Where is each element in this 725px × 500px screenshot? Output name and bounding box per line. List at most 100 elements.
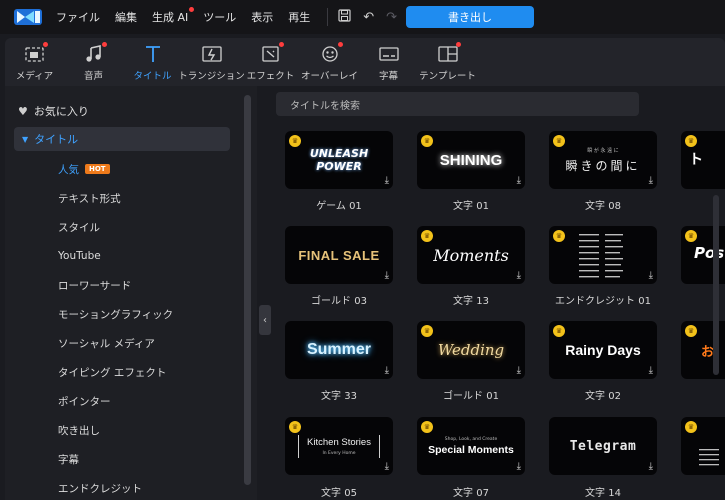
menu-edit[interactable]: 編集 [115, 9, 137, 25]
notification-dot [189, 7, 195, 12]
crown-icon: ♛ [421, 325, 433, 337]
tab-templates[interactable]: テンプレート [418, 38, 477, 86]
download-icon[interactable]: ⤓ [385, 461, 389, 472]
sidebar-item-pointer[interactable]: ポインター [58, 390, 111, 412]
menu-view[interactable]: 表示 [251, 9, 273, 25]
title-card-text-13[interactable]: Moments ♛ ⤓ [417, 226, 525, 284]
menu-generative-ai[interactable]: 生成 AI [152, 7, 195, 25]
card-caption: 文字 05 [321, 488, 357, 499]
title-card-text-02[interactable]: Rainy Days ♛ ⤓ [549, 321, 657, 379]
download-icon[interactable]: ⤓ [649, 175, 653, 186]
tab-titles-label: タイトル [133, 70, 172, 82]
sidebar-item-speech-bubble[interactable]: 吹き出し [58, 419, 100, 441]
title-card-partial-1[interactable]: ♛ ト [681, 131, 725, 189]
card-preview-fragment [699, 449, 719, 466]
card-preview-text: SHINING [439, 151, 503, 169]
sidebar-item-popular[interactable]: 人気 HOT [58, 158, 110, 180]
card-preview: Rainy Days [549, 321, 657, 379]
notification-dot [455, 41, 461, 47]
title-card-text-08[interactable]: 瞬 が 永 遠 に 瞬きの間に ♛ ⤓ [549, 131, 657, 189]
redo-icon[interactable]: ↷ [386, 10, 397, 25]
tab-effects[interactable]: エフェクト [241, 38, 300, 86]
title-card-text-07[interactable]: Shop, Look, and Create Special Moments ♛… [417, 417, 525, 475]
download-icon[interactable]: ⤓ [649, 461, 653, 472]
download-icon[interactable]: ⤓ [517, 365, 521, 376]
undo-icon[interactable]: ↶ [363, 10, 374, 25]
tab-titles[interactable]: タイトル [123, 38, 182, 86]
credit-lines-graphic [579, 234, 623, 278]
sidebar-item-text-style[interactable]: テキスト形式 [58, 187, 121, 209]
menu-playback[interactable]: 再生 [288, 9, 310, 25]
menu-file[interactable]: ファイル [56, 9, 100, 25]
card-caption: 文字 02 [585, 391, 621, 402]
card-caption: エンドクレジット 01 [555, 296, 651, 307]
menu-bar: ファイル 編集 生成 AI ツール 表示 再生 ↶ ↷ 書き出し [0, 0, 725, 34]
card-preview: 瞬 が 永 遠 に 瞬きの間に [549, 131, 657, 189]
menu-playback-label: 再生 [288, 11, 311, 24]
title-card-game-01[interactable]: UNLEASH POWER ♛ ⤓ [285, 131, 393, 189]
sidebar-item-motion-graphics[interactable]: モーショングラフィック [58, 303, 173, 325]
sidebar-scrollbar[interactable] [244, 95, 251, 485]
music-note-icon [83, 41, 107, 65]
crown-icon: ♛ [289, 135, 301, 147]
sidebar-item-social-media[interactable]: ソーシャル メディア [58, 332, 155, 354]
tab-subtitles[interactable]: 字幕 [359, 38, 418, 86]
search-input[interactable]: タイトルを検索 [276, 92, 639, 116]
title-card-text-33[interactable]: Summer ⤓ [285, 321, 393, 379]
sidebar-item-lower-third[interactable]: ローワーサード [58, 274, 131, 296]
download-icon[interactable]: ⤓ [517, 175, 521, 186]
menu-tools-label: ツール [203, 11, 237, 24]
download-icon[interactable]: ⤓ [649, 365, 653, 376]
export-button[interactable]: 書き出し [406, 6, 534, 28]
sidebar-item-end-credits[interactable]: エンドクレジット [58, 477, 142, 499]
card-caption: ゴールド 03 [311, 296, 367, 307]
template-icon [437, 41, 461, 65]
sidebar-item-typing-effect[interactable]: タイピング エフェクト [58, 361, 166, 383]
save-icon[interactable] [338, 8, 351, 26]
library-scrollbar[interactable] [713, 195, 719, 375]
sidebar-group-titles[interactable]: ▼ タイトル [14, 127, 230, 151]
tab-media[interactable]: メディア [5, 38, 64, 86]
menu-edit-label: 編集 [115, 11, 137, 24]
download-icon[interactable]: ⤓ [385, 365, 389, 376]
crown-icon: ♛ [685, 325, 697, 337]
sidebar-item-favorites[interactable]: ♥ お気に入り [18, 100, 89, 122]
card-caption: 文字 13 [453, 296, 489, 307]
tab-media-label: メディア [15, 70, 54, 82]
title-card-partial-4[interactable]: ♛ [681, 417, 725, 475]
tab-transitions-label: トランジション [178, 70, 245, 82]
tab-audio[interactable]: 音声 [64, 38, 123, 86]
title-card-end-credits-01[interactable]: ♛ ⤓ [549, 226, 657, 284]
card-preview: Telegram [549, 417, 657, 475]
menu-tools[interactable]: ツール [203, 9, 236, 25]
download-icon[interactable]: ⤓ [385, 175, 389, 186]
card-preview: Summer [285, 321, 393, 379]
media-icon [24, 41, 48, 65]
download-icon[interactable]: ⤓ [385, 270, 389, 281]
card-preview-text: Special Moments [428, 443, 514, 456]
card-preview-subtext: 瞬 が 永 遠 に [587, 147, 619, 154]
download-icon[interactable]: ⤓ [649, 270, 653, 281]
crown-icon: ♛ [421, 135, 433, 147]
title-card-gold-01[interactable]: Wedding ♛ ⤓ [417, 321, 525, 379]
sidebar-item-youtube[interactable]: YouTube [58, 245, 101, 267]
sidebar-item-style[interactable]: スタイル [58, 216, 100, 238]
download-icon[interactable]: ⤓ [517, 270, 521, 281]
card-preview-text: Rainy Days [565, 342, 641, 358]
title-card-text-05[interactable]: Kitchen Stories In Every Home ♛ ⤓ [285, 417, 393, 475]
card-preview-text: Wedding [437, 341, 505, 359]
crown-icon: ♛ [685, 421, 697, 433]
title-card-text-01[interactable]: SHINING ♛ ⤓ [417, 131, 525, 189]
title-card-text-14[interactable]: Telegram ⤓ [549, 417, 657, 475]
notification-dot [42, 41, 48, 47]
tab-audio-label: 音声 [83, 70, 103, 82]
collapse-sidebar-button[interactable]: ‹ [259, 305, 271, 335]
title-card-gold-03[interactable]: FINAL SALE ⤓ [285, 226, 393, 284]
tab-overlays[interactable]: オーバーレイ [300, 38, 359, 86]
crown-icon: ♛ [553, 325, 565, 337]
sidebar-item-subtitles[interactable]: 字幕 [58, 448, 79, 470]
download-icon[interactable]: ⤓ [517, 461, 521, 472]
tab-transitions[interactable]: トランジション [178, 38, 245, 86]
crown-icon: ♛ [553, 135, 565, 147]
card-caption: 文字 01 [453, 201, 489, 212]
